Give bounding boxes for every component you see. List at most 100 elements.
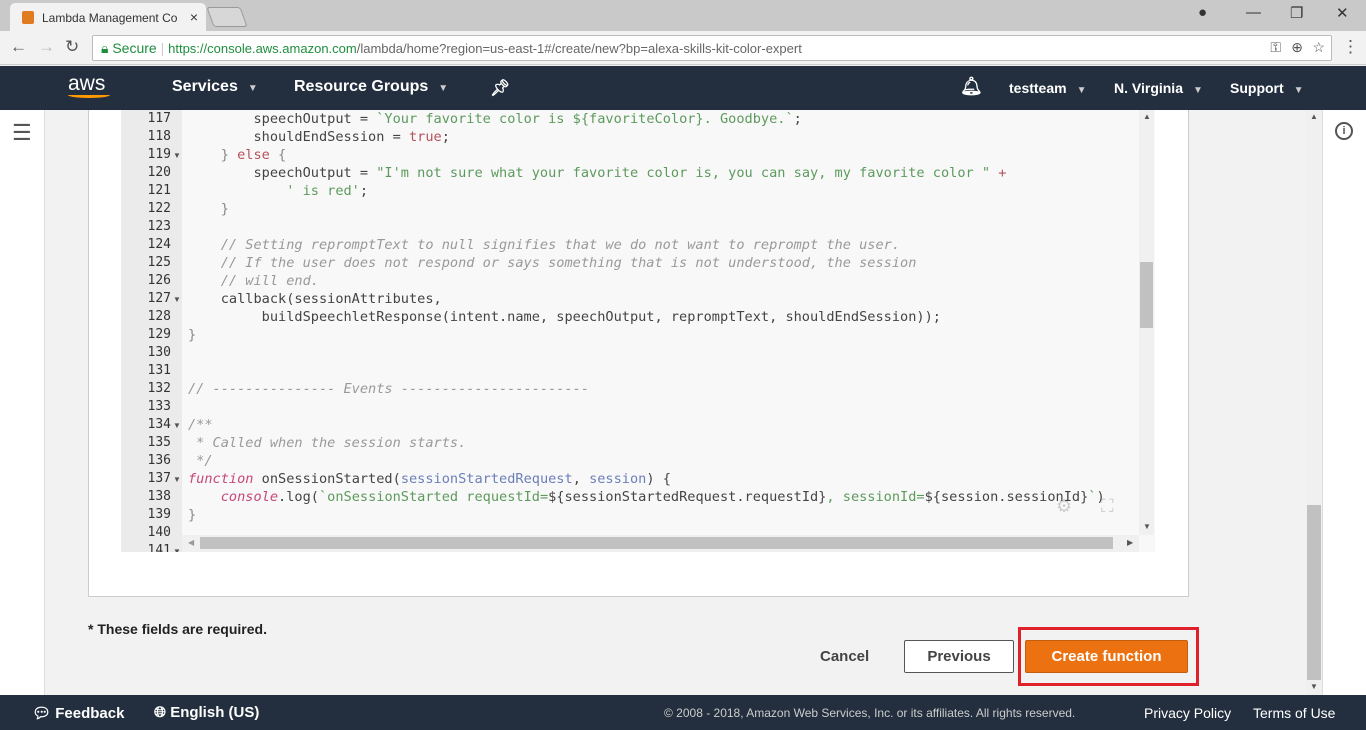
lock-icon: 🔒︎ bbox=[101, 40, 109, 56]
browser-tab-bar: Lambda Management Co × ● — ❐ ✕ bbox=[0, 0, 1366, 31]
create-function-button[interactable]: Create function bbox=[1025, 640, 1188, 673]
line-number-gutter: 117 118 119 ▼ 120 121 122 123 124 125 126 127 ▼ 128 12… bbox=[121, 110, 182, 552]
code-line: } bbox=[188, 201, 229, 217]
code-line: // will end. bbox=[188, 273, 319, 289]
fold-arrow-icon[interactable]: ▼ bbox=[173, 295, 181, 304]
right-help-panel: i bbox=[1322, 110, 1366, 695]
code-line: // Setting repromptText to null signifie… bbox=[188, 237, 901, 253]
code-line: // --------------- Events --------------… bbox=[188, 381, 590, 397]
feedback-link[interactable]: 💬︎ Feedback bbox=[32, 704, 124, 722]
reload-icon[interactable]: ↻ bbox=[65, 37, 79, 57]
line-number: 141 bbox=[147, 543, 171, 552]
privacy-policy-link[interactable]: Privacy Policy bbox=[1144, 705, 1231, 721]
code-editor[interactable]: 117 118 119 ▼ 120 121 122 123 124 125 126 127 ▼ 128 12… bbox=[121, 110, 1155, 552]
line-number: 130 bbox=[147, 345, 171, 360]
code-line: } else { bbox=[188, 147, 287, 163]
page-scroll-thumb[interactable] bbox=[1307, 505, 1321, 680]
fold-arrow-icon[interactable]: ▼ bbox=[173, 547, 181, 552]
terms-of-use-link[interactable]: Terms of Use bbox=[1253, 705, 1335, 721]
required-fields-note: * These fields are required. bbox=[88, 621, 267, 637]
feedback-bubble-icon: 💬︎ bbox=[32, 705, 52, 722]
code-line: /** bbox=[188, 417, 213, 433]
line-number: 123 bbox=[147, 219, 171, 234]
code-line: console.log(`onSessionStarted requestId=… bbox=[220, 489, 1105, 505]
line-number: 128 bbox=[147, 309, 171, 324]
key-icon[interactable]: ⚿ bbox=[1270, 39, 1281, 56]
bookmark-star-icon[interactable]: ☆ bbox=[1312, 39, 1325, 56]
account-menu[interactable]: testteam ▼ bbox=[1009, 80, 1087, 96]
close-tab-icon[interactable]: × bbox=[190, 9, 198, 25]
forward-icon[interactable]: → bbox=[38, 37, 55, 57]
notifications-bell-icon[interactable]: 🔔︎ bbox=[960, 76, 983, 97]
services-menu[interactable]: Services ▼ bbox=[172, 78, 258, 96]
footer: 💬︎ Feedback 🌐︎ English (US) © 2008 - 201… bbox=[0, 695, 1366, 730]
support-menu[interactable]: Support ▼ bbox=[1230, 80, 1304, 96]
line-number: 140 bbox=[147, 525, 171, 540]
url-host: https://console.aws.amazon.com bbox=[168, 41, 357, 56]
pin-icon[interactable]: 📌︎ bbox=[490, 78, 510, 98]
line-number: 136 bbox=[147, 453, 171, 468]
code-line: } bbox=[188, 327, 197, 343]
line-number: 134 bbox=[147, 417, 171, 432]
copyright-text: © 2008 - 2018, Amazon Web Services, Inc.… bbox=[664, 706, 1076, 720]
code-line: buildSpeechletResponse(intent.name, spee… bbox=[188, 309, 941, 325]
close-window-icon[interactable]: ✕ bbox=[1336, 4, 1349, 22]
code-line: ' is red'; bbox=[188, 183, 369, 199]
line-number: 122 bbox=[147, 201, 171, 216]
address-bar-row: ← → ↻ 🔒︎ Secure | https://console.aws.am… bbox=[0, 31, 1366, 65]
line-number: 138 bbox=[147, 489, 171, 504]
line-number: 121 bbox=[147, 183, 171, 198]
hamburger-menu-icon[interactable]: ☰ bbox=[12, 120, 32, 146]
minimize-icon[interactable]: — bbox=[1246, 4, 1261, 21]
aws-logo[interactable]: aws bbox=[68, 72, 110, 98]
url-path: /lambda/home?region=us-east-1#/create/ne… bbox=[356, 41, 802, 56]
code-line: speechOutput = `Your favorite color is $… bbox=[188, 111, 802, 127]
restore-icon[interactable]: ❐ bbox=[1290, 4, 1303, 22]
secure-label: Secure bbox=[112, 40, 157, 56]
line-number: 119 bbox=[147, 147, 171, 162]
tab-title: Lambda Management Co bbox=[42, 11, 178, 25]
fold-arrow-icon[interactable]: ▼ bbox=[173, 421, 181, 430]
left-sidebar: ☰ bbox=[0, 110, 45, 695]
line-number: 127 bbox=[147, 291, 171, 306]
code-line: } bbox=[188, 507, 197, 523]
line-number: 118 bbox=[147, 129, 171, 144]
code-line: speechOutput = "I'm not sure what your f… bbox=[188, 165, 1007, 181]
language-selector[interactable]: 🌐︎ English (US) bbox=[154, 704, 259, 721]
back-icon[interactable]: ← bbox=[10, 37, 27, 57]
line-number: 120 bbox=[147, 165, 171, 180]
code-line: */ bbox=[188, 453, 213, 469]
aws-top-nav: aws Services ▼ Resource Groups ▼ 📌︎ 🔔︎ tes… bbox=[0, 66, 1366, 110]
editor-vertical-scroll-thumb[interactable] bbox=[1140, 262, 1153, 328]
profile-icon[interactable]: ● bbox=[1198, 4, 1207, 21]
line-number: 126 bbox=[147, 273, 171, 288]
new-tab-button[interactable] bbox=[206, 7, 248, 27]
chevron-down-icon: ▼ bbox=[438, 83, 449, 94]
line-number: 131 bbox=[147, 363, 171, 378]
info-icon[interactable]: i bbox=[1335, 122, 1353, 140]
cancel-button[interactable]: Cancel bbox=[820, 648, 869, 665]
resource-groups-menu[interactable]: Resource Groups ▼ bbox=[294, 78, 448, 96]
line-number: 133 bbox=[147, 399, 171, 414]
editor-horizontal-scroll-thumb[interactable] bbox=[200, 537, 1113, 549]
chevron-down-icon: ▼ bbox=[1293, 85, 1304, 96]
code-line: // If the user does not respond or says … bbox=[188, 255, 917, 271]
line-number: 124 bbox=[147, 237, 171, 252]
browser-menu-icon[interactable]: ⋮ bbox=[1342, 37, 1359, 57]
zoom-icon[interactable]: ⊕ bbox=[1291, 39, 1303, 56]
fold-arrow-icon[interactable]: ▼ bbox=[173, 475, 181, 484]
line-number: 117 bbox=[147, 111, 171, 126]
line-number: 129 bbox=[147, 327, 171, 342]
code-line: * Called when the session starts. bbox=[188, 435, 467, 451]
browser-tab[interactable]: Lambda Management Co × bbox=[10, 3, 206, 31]
region-menu[interactable]: N. Virginia ▼ bbox=[1114, 80, 1203, 96]
globe-icon: 🌐︎ bbox=[154, 704, 167, 721]
chevron-down-icon: ▼ bbox=[247, 83, 258, 94]
chevron-down-icon: ▼ bbox=[1192, 85, 1203, 96]
url-input[interactable]: 🔒︎ Secure | https://console.aws.amazon.c… bbox=[92, 35, 1332, 61]
lambda-favicon-icon bbox=[22, 11, 34, 24]
line-number: 139 bbox=[147, 507, 171, 522]
line-number: 125 bbox=[147, 255, 171, 270]
fold-arrow-icon[interactable]: ▼ bbox=[173, 151, 181, 160]
previous-button[interactable]: Previous bbox=[904, 640, 1014, 673]
